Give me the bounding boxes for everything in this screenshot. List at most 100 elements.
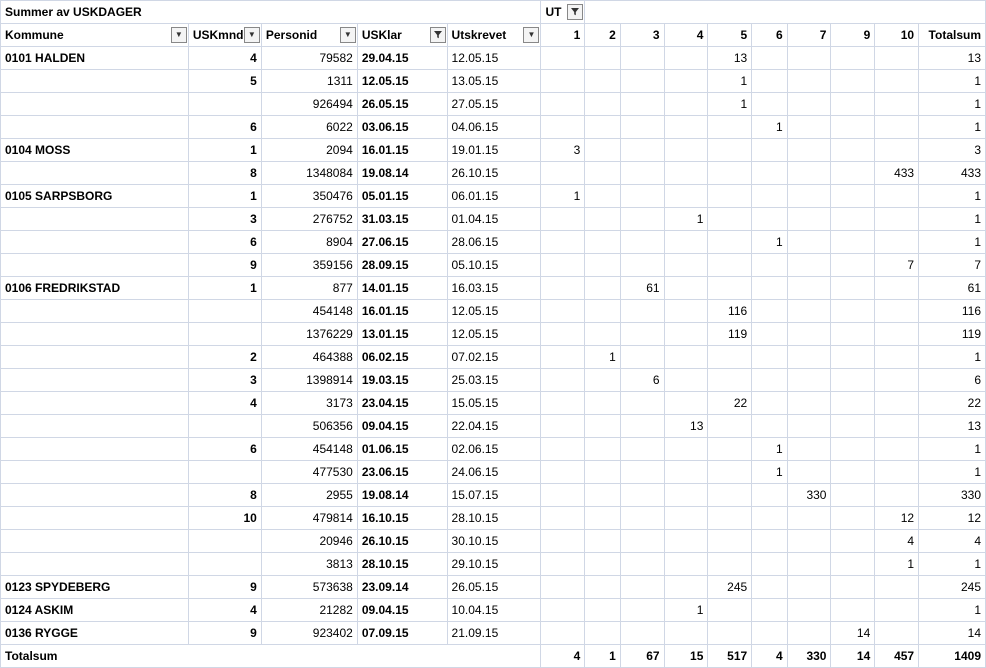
cell-uskmnd: 3 (188, 369, 261, 392)
cell-usklar: 01.06.15 (357, 438, 447, 461)
cell-value (541, 300, 585, 323)
cell-value (752, 47, 787, 70)
cell-value (585, 484, 620, 507)
cell-value (585, 47, 620, 70)
table-row: 1047981416.10.1528.10.151212 (1, 507, 986, 530)
cell-uskmnd: 1 (188, 277, 261, 300)
cell-value (620, 461, 664, 484)
cell-value (585, 208, 620, 231)
cell-value (708, 277, 752, 300)
col-uskmnd[interactable]: USKmnd▼ (188, 24, 261, 47)
cell-value (752, 277, 787, 300)
cell-value (831, 576, 875, 599)
dropdown-icon[interactable]: ▼ (244, 27, 260, 43)
cell-value (875, 70, 919, 93)
filter-icon[interactable] (430, 27, 446, 43)
cell-utskrevet: 24.06.15 (447, 461, 541, 484)
cell-value (585, 507, 620, 530)
cell-value (787, 47, 831, 70)
cell-value (664, 93, 708, 116)
cell-utskrevet: 15.07.15 (447, 484, 541, 507)
cell-rowtotal: 1 (919, 185, 986, 208)
col-3: 3 (620, 24, 664, 47)
col-utskrevet[interactable]: Utskrevet▼ (447, 24, 541, 47)
cell-uskmnd: 1 (188, 185, 261, 208)
cell-value (831, 162, 875, 185)
cell-utskrevet: 26.05.15 (447, 576, 541, 599)
cell-value (752, 530, 787, 553)
cell-value (875, 346, 919, 369)
cell-uskmnd: 4 (188, 599, 261, 622)
cell-personid: 276752 (261, 208, 357, 231)
cell-value: 1 (664, 208, 708, 231)
cell-value (708, 116, 752, 139)
cell-value (875, 93, 919, 116)
cell-value (541, 622, 585, 645)
table-row: 3139891419.03.1525.03.1566 (1, 369, 986, 392)
cell-value (831, 231, 875, 254)
cell-value (620, 231, 664, 254)
col-usklar[interactable]: USKlar (357, 24, 447, 47)
cell-value (787, 323, 831, 346)
cell-personid: 79582 (261, 47, 357, 70)
cell-value: 22 (708, 392, 752, 415)
cell-uskmnd: 10 (188, 507, 261, 530)
table-row: 0123 SPYDEBERG957363823.09.1426.05.15245… (1, 576, 986, 599)
cell-usklar: 19.03.15 (357, 369, 447, 392)
cell-value (752, 369, 787, 392)
cell-uskmnd: 3 (188, 208, 261, 231)
cell-utskrevet: 07.02.15 (447, 346, 541, 369)
cell-utskrevet: 27.05.15 (447, 93, 541, 116)
cell-value (541, 323, 585, 346)
cell-value (664, 346, 708, 369)
col-totalsum: Totalsum (919, 24, 986, 47)
cell-value: 1 (752, 116, 787, 139)
table-row: 45414816.01.1512.05.15116116 (1, 300, 986, 323)
table-row: 6602203.06.1504.06.1511 (1, 116, 986, 139)
dropdown-icon[interactable]: ▼ (171, 27, 187, 43)
cell-uskmnd: 2 (188, 346, 261, 369)
cell-kommune: 0136 RYGGE (1, 622, 189, 645)
cell-kommune (1, 346, 189, 369)
table-row: 50635609.04.1522.04.151313 (1, 415, 986, 438)
cell-value (875, 231, 919, 254)
cell-value (541, 599, 585, 622)
cell-value (585, 530, 620, 553)
cell-utskrevet: 05.10.15 (447, 254, 541, 277)
cell-value (787, 507, 831, 530)
cell-personid: 6022 (261, 116, 357, 139)
cell-uskmnd (188, 300, 261, 323)
cell-usklar: 14.01.15 (357, 277, 447, 300)
dropdown-icon[interactable]: ▼ (340, 27, 356, 43)
cell-value (831, 47, 875, 70)
filter-icon[interactable] (567, 4, 583, 20)
cell-personid: 2955 (261, 484, 357, 507)
cell-kommune (1, 392, 189, 415)
cell-value (620, 622, 664, 645)
cell-personid: 1376229 (261, 323, 357, 346)
cell-uskmnd: 6 (188, 231, 261, 254)
cell-value (831, 484, 875, 507)
cell-value (541, 93, 585, 116)
cell-personid: 2094 (261, 139, 357, 162)
col-personid[interactable]: Personid▼ (261, 24, 357, 47)
cell-uskmnd: 4 (188, 392, 261, 415)
cell-rowtotal: 1 (919, 553, 986, 576)
ut-header[interactable]: UT (541, 1, 585, 24)
cell-value (585, 300, 620, 323)
cell-rowtotal: 330 (919, 484, 986, 507)
cell-rowtotal: 12 (919, 507, 986, 530)
cell-value (752, 162, 787, 185)
col-kommune[interactable]: Kommune▼ (1, 24, 189, 47)
cell-usklar: 26.10.15 (357, 530, 447, 553)
cell-usklar: 09.04.15 (357, 415, 447, 438)
cell-value (541, 461, 585, 484)
cell-value (664, 369, 708, 392)
cell-value (831, 277, 875, 300)
cell-value (752, 185, 787, 208)
cell-kommune (1, 254, 189, 277)
cell-rowtotal: 1 (919, 208, 986, 231)
cell-value (787, 254, 831, 277)
cell-utskrevet: 10.04.15 (447, 599, 541, 622)
dropdown-icon[interactable]: ▼ (523, 27, 539, 43)
